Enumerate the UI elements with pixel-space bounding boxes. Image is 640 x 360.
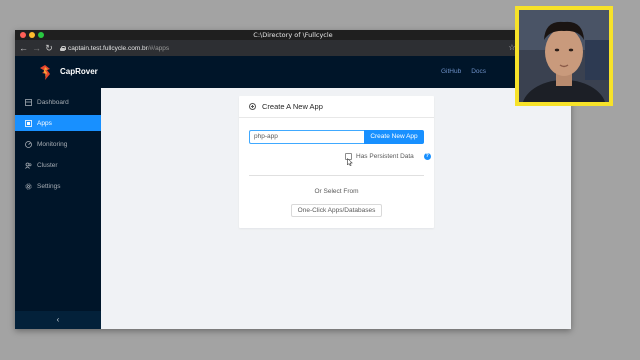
- address-bar[interactable]: captain.test.fullcycle.com.br/#/apps: [58, 43, 178, 54]
- presenter-video-image: [519, 10, 609, 102]
- caprover-app: CapRover GitHub Docs Dashboard Apps Moni…: [15, 56, 571, 329]
- plus-circle-icon: [249, 103, 256, 110]
- webcam-overlay: [515, 6, 613, 106]
- persistent-data-row: Has Persistent Data ?: [345, 153, 431, 160]
- divider: [249, 175, 424, 176]
- back-button[interactable]: ←: [19, 40, 28, 56]
- dashboard-icon: [25, 98, 32, 106]
- lock-icon: [60, 45, 66, 51]
- caprover-logo-icon: [40, 65, 50, 80]
- url-path: /#/apps: [147, 44, 170, 52]
- sidebar-item-monitoring[interactable]: Monitoring: [15, 136, 101, 152]
- sidebar-item-label: Monitoring: [37, 140, 68, 148]
- create-app-card: Create A New App php-app Create New App …: [239, 96, 434, 228]
- sidebar-item-apps[interactable]: Apps: [15, 115, 101, 131]
- settings-icon: [25, 182, 32, 190]
- mouse-cursor-icon: [347, 158, 353, 166]
- main-content: Create A New App php-app Create New App …: [101, 88, 571, 329]
- sidebar-item-label: Apps: [37, 119, 52, 127]
- sidebar-item-cluster[interactable]: Cluster: [15, 157, 101, 173]
- brand-name: CapRover: [60, 67, 98, 76]
- card-header: Create A New App: [239, 96, 434, 118]
- github-link[interactable]: GitHub: [441, 68, 461, 75]
- sidebar-item-label: Settings: [37, 182, 61, 190]
- sidebar-item-label: Dashboard: [37, 98, 69, 106]
- monitoring-icon: [25, 140, 32, 148]
- top-links: GitHub Docs: [441, 68, 486, 75]
- sidebar-item-label: Cluster: [37, 161, 58, 169]
- reload-button[interactable]: ↻: [45, 40, 53, 56]
- apps-icon: [25, 119, 32, 127]
- sidebar-collapse-button[interactable]: ‹: [15, 311, 101, 329]
- sidebar-item-dashboard[interactable]: Dashboard: [15, 94, 101, 110]
- or-select-from-text: Or Select From: [314, 188, 359, 195]
- app-name-input[interactable]: php-app: [249, 130, 364, 144]
- top-navigation: CapRover GitHub Docs: [15, 56, 571, 88]
- browser-toolbar: ← → ↻ captain.test.fullcycle.com.br/#/ap…: [15, 40, 571, 56]
- help-icon[interactable]: ?: [423, 153, 431, 160]
- window-title: C:\Directory of \Fullcycle: [253, 31, 333, 39]
- create-new-app-button[interactable]: Create New App: [364, 130, 424, 144]
- title-bar: C:\Directory of \Fullcycle: [15, 30, 571, 40]
- new-app-input-row: php-app Create New App: [249, 130, 424, 144]
- one-click-apps-button[interactable]: One-Click Apps/Databases: [291, 204, 382, 217]
- sidebar-item-settings[interactable]: Settings: [15, 178, 101, 194]
- forward-button[interactable]: →: [32, 40, 41, 56]
- browser-window: C:\Directory of \Fullcycle ← → ↻ captain…: [15, 30, 571, 329]
- docs-link[interactable]: Docs: [471, 68, 486, 75]
- persistent-data-label[interactable]: Has Persistent Data: [356, 153, 414, 160]
- sidebar: Dashboard Apps Monitoring Cluster Settin…: [15, 88, 101, 329]
- cluster-icon: [25, 162, 32, 169]
- url-host: captain.test.fullcycle.com.br: [68, 44, 148, 52]
- card-title: Create A New App: [262, 102, 323, 111]
